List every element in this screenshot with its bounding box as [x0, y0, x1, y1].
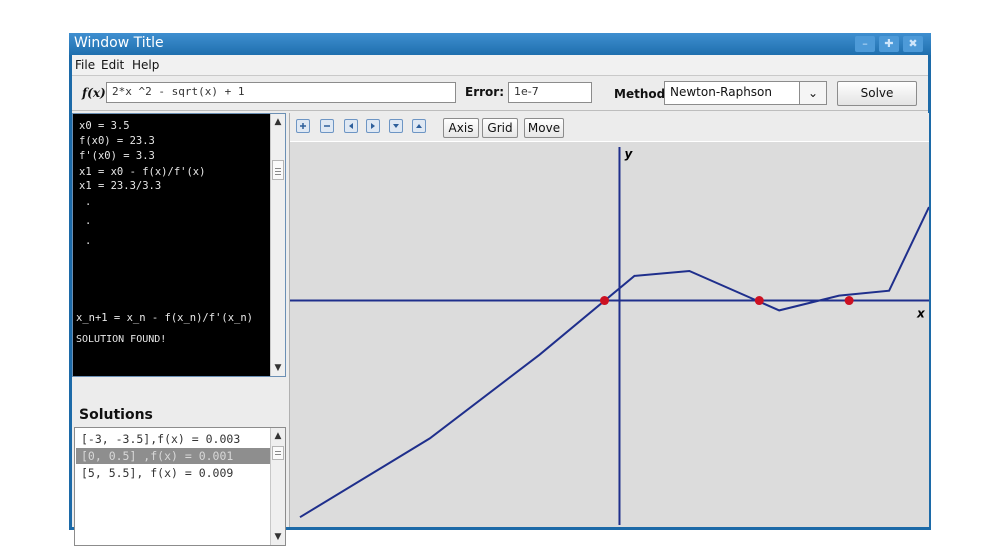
axis-button[interactable]: Axis: [443, 118, 479, 138]
chevron-down-icon: ⌄: [799, 82, 826, 104]
solve-button[interactable]: Solve: [837, 81, 917, 106]
console-line: f'(x0) = 3.3: [79, 150, 155, 162]
method-value: Newton-Raphson: [670, 85, 773, 99]
function-input[interactable]: 2*x ^2 - sqrt(x) + 1: [106, 82, 456, 103]
list-item-selected[interactable]: [0, 0.5] ,f(x) = 0.001: [76, 448, 270, 464]
function-label: f(x): [82, 86, 106, 100]
console-formula: x_n+1 = x_n - f(x_n)/f'(x_n): [76, 312, 254, 324]
menu-bar: File Edit Help: [72, 55, 928, 76]
error-input[interactable]: 1e-7: [508, 82, 592, 103]
x-axis-label: x: [916, 307, 926, 321]
console-line: .: [85, 196, 92, 208]
list-item[interactable]: [5, 5.5], f(x) = 0.009: [76, 465, 270, 481]
plot-panel: Axis Grid Move x y: [289, 113, 929, 527]
minimize-icon: –: [862, 37, 868, 50]
y-axis-label: y: [624, 147, 633, 161]
grid-button[interactable]: Grid: [482, 118, 518, 138]
solutions-list: [-3, -3.5],f(x) = 0.003 [0, 0.5] ,f(x) =…: [74, 427, 286, 546]
root-marker: [844, 296, 854, 306]
console-scrollbar[interactable]: ▲ ▼: [270, 114, 285, 376]
error-label: Error:: [465, 85, 504, 99]
maximize-button[interactable]: ✚: [879, 36, 899, 52]
console-line: x1 = 23.3/3.3: [79, 180, 162, 192]
method-label: Method:: [614, 87, 670, 101]
solutions-scrollbar[interactable]: ▲ ▼: [270, 428, 285, 545]
zoom-in-icon[interactable]: [296, 119, 310, 133]
scroll-thumb[interactable]: [272, 446, 284, 460]
scroll-up-icon[interactable]: ▲: [271, 115, 285, 129]
console-line: x1 = x0 - f(x)/f'(x): [79, 166, 206, 178]
scroll-thumb[interactable]: [272, 160, 284, 180]
solver-toolbar: f(x) 2*x ^2 - sqrt(x) + 1 Error: 1e-7 Me…: [72, 76, 928, 111]
root-marker: [754, 296, 764, 306]
window-title: Window Title: [74, 35, 164, 51]
pan-up-icon[interactable]: [412, 119, 426, 133]
scroll-up-icon[interactable]: ▲: [271, 429, 285, 443]
app-window: Window Title – ✚ ✖ File Edit Help f(x) 2…: [69, 33, 931, 546]
plot-toolbar: Axis Grid Move: [290, 113, 929, 142]
function-plot[interactable]: x y: [290, 143, 929, 527]
solutions-title: Solutions: [79, 407, 153, 423]
console-line: .: [85, 215, 92, 227]
close-button[interactable]: ✖: [903, 36, 923, 52]
move-button[interactable]: Move: [524, 118, 564, 138]
menu-help[interactable]: Help: [132, 58, 159, 72]
iteration-console: x0 = 3.5 f(x0) = 23.3 f'(x0) = 3.3 x1 = …: [72, 113, 286, 377]
console-line: .: [85, 235, 92, 247]
scroll-down-icon[interactable]: ▼: [271, 530, 285, 544]
pan-left-icon[interactable]: [344, 119, 358, 133]
title-bar[interactable]: Window Title – ✚ ✖: [69, 33, 931, 55]
pan-right-icon[interactable]: [366, 119, 380, 133]
maximize-icon: ✚: [884, 37, 894, 50]
console-line: x0 = 3.5: [79, 120, 130, 132]
scroll-down-icon[interactable]: ▼: [271, 361, 285, 375]
menu-file[interactable]: File: [75, 58, 95, 72]
zoom-out-icon[interactable]: [320, 119, 334, 133]
minimize-button[interactable]: –: [855, 36, 875, 52]
pan-down-icon[interactable]: [389, 119, 403, 133]
client-area: File Edit Help f(x) 2*x ^2 - sqrt(x) + 1…: [72, 55, 929, 546]
close-icon: ✖: [908, 37, 918, 50]
menu-edit[interactable]: Edit: [101, 58, 124, 72]
method-select[interactable]: Newton-Raphson ⌄: [664, 81, 827, 105]
console-line: f(x0) = 23.3: [79, 135, 155, 147]
console-status: SOLUTION FOUND!: [76, 334, 167, 345]
function-curve: [299, 206, 929, 519]
root-marker: [600, 296, 610, 306]
list-item[interactable]: [-3, -3.5],f(x) = 0.003: [76, 431, 270, 447]
